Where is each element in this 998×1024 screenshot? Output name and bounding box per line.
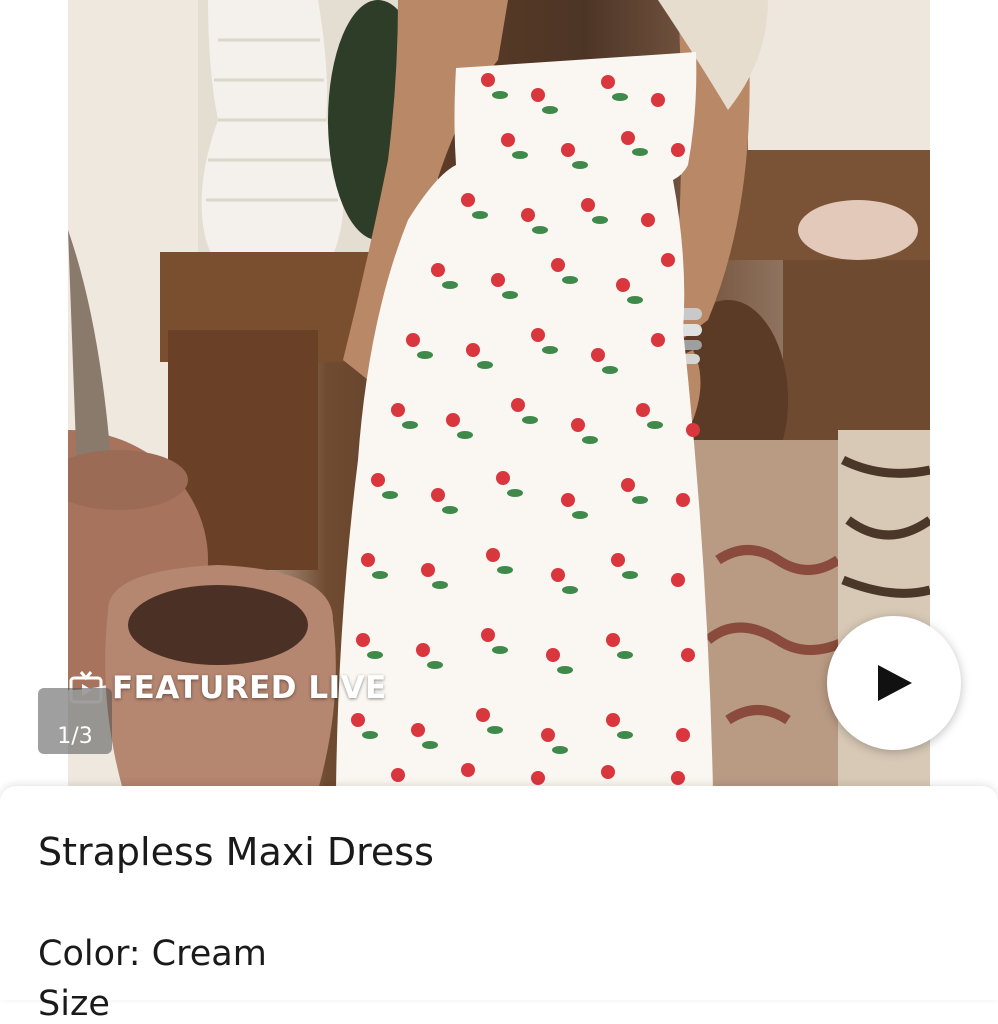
play-button[interactable] <box>827 616 961 750</box>
image-counter: 1/3 <box>38 688 112 754</box>
featured-live-label: FEATURED LIVE <box>112 670 387 706</box>
product-title: Strapless Maxi Dress <box>38 830 434 874</box>
image-counter-text: 1/3 <box>57 724 93 749</box>
play-icon <box>878 665 912 701</box>
product-info-sheet: Strapless Maxi Dress Color: Cream Size <box>0 786 998 1024</box>
product-size-label: Size <box>38 984 110 1024</box>
product-color: Color: Cream <box>38 934 267 974</box>
featured-live-badge: FEATURED LIVE <box>68 670 387 706</box>
